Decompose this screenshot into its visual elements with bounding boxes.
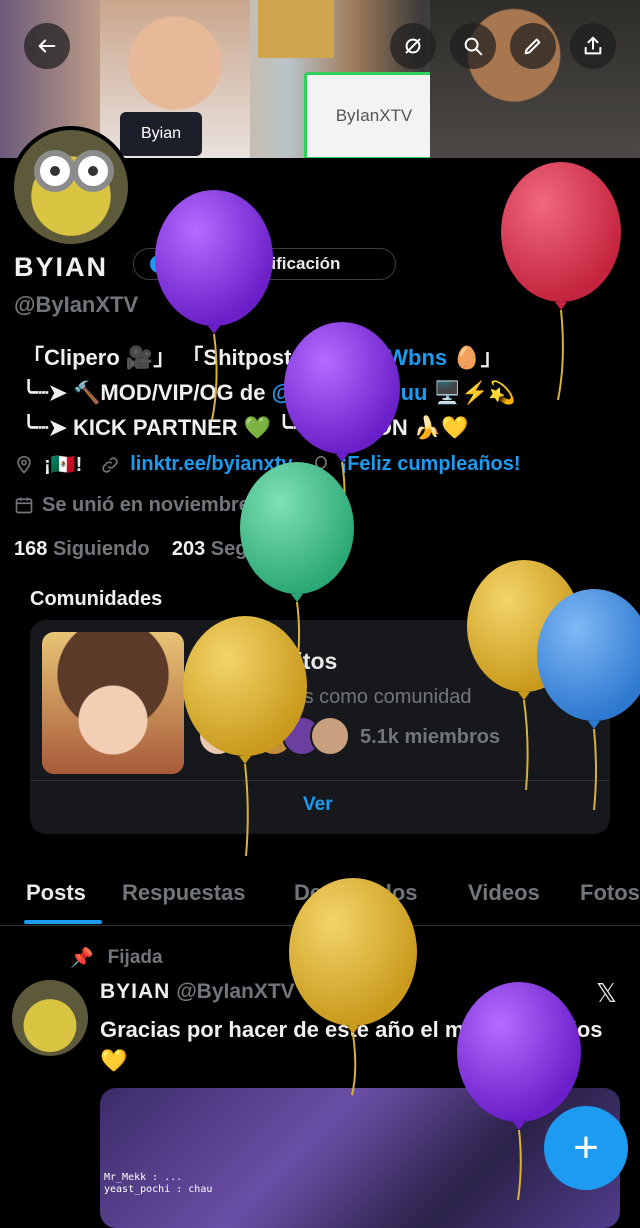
get-verified-button[interactable]: ✓ Obtener verificación <box>133 248 396 280</box>
post-author-name[interactable]: BYIAN <box>100 980 170 1003</box>
birthday-link[interactable]: ¡Feliz cumpleaños! <box>341 453 521 476</box>
minion-avatar-image <box>14 130 128 244</box>
search-icon <box>464 37 483 56</box>
edit-pencil-icon <box>524 38 541 55</box>
followers-label: Seguidores <box>210 538 320 560</box>
post-header: BYIAN @ByIanXTV · 30/12/25 <box>100 980 395 1004</box>
following-label: Siguiendo <box>52 538 150 560</box>
follow-stats: 168 Siguiendo 203 Seguidores <box>14 538 320 561</box>
active-tab-indicator <box>24 920 102 924</box>
joined-date[interactable]: Se unió en noviembre de 2023 › <box>14 492 344 518</box>
chevron-right-icon: › <box>336 492 345 517</box>
search-button[interactable] <box>450 23 496 69</box>
get-verified-label: Obtener verificación <box>176 254 341 273</box>
bio-line-2: ╰┈➤ 🔨MOD/VIP/OG de @Soaringchuu 🖥️⚡💫 <box>22 380 516 405</box>
post-media-image[interactable] <box>100 1088 620 1228</box>
back-button[interactable] <box>24 23 70 69</box>
tab-videos[interactable]: Videos <box>468 880 540 906</box>
bio-hashtag-link[interactable]: #Wbns <box>375 345 447 370</box>
profile-tabs: Posts Respuestas Destacados Videos Fotos <box>0 870 640 924</box>
community-image <box>42 632 184 774</box>
no-sync-button[interactable] <box>390 23 436 69</box>
pinned-indicator: 📌 Fijada <box>70 946 163 970</box>
post-author-avatar[interactable] <box>12 980 88 1056</box>
community-see-button[interactable]: Ver <box>303 794 333 816</box>
verified-check-icon: ✓ <box>150 255 168 273</box>
following-count: 168 <box>14 538 48 560</box>
bio-line-1: 「Clipero 🎥」 「Shitpost 🎭」 「#Wbns 🥚」 <box>22 345 503 370</box>
balloon-icon <box>314 455 327 473</box>
pin-icon: 📌 <box>70 948 94 969</box>
share-button[interactable] <box>570 23 616 69</box>
tabs-divider <box>0 925 640 926</box>
back-arrow-icon <box>38 39 56 53</box>
location-text: ¡🇲🇽! <box>44 454 83 476</box>
community-member-avatars <box>198 716 350 756</box>
joined-text: Se unió en noviembre de 2023 <box>42 493 329 516</box>
communities-title: Comunidades <box>30 588 163 610</box>
followers-count: 203 <box>171 538 206 560</box>
community-name[interactable]: Soaringcitos <box>198 648 337 675</box>
display-name: BYIAN <box>14 252 109 282</box>
plus-icon: + <box>573 1123 599 1172</box>
bio-mention-link[interactable]: @Soaringchuu <box>272 380 428 405</box>
community-description: Convivir mas como comunidad <box>198 686 472 708</box>
post-media-overlay-text: Mr_Mekk : ... yeast_pochi : chau <box>104 1172 213 1195</box>
member-avatar <box>310 716 350 756</box>
bio-line-3: ╰┈➤ KICK PARTNER 💚 ╰┈➤ MINION 🍌💛 <box>22 415 469 440</box>
post-handle-date: @ByIanXTV · 30/12/25 <box>176 980 396 1003</box>
tab-photos[interactable]: Fotos <box>580 880 640 906</box>
profile-avatar[interactable] <box>10 126 132 248</box>
x-logo-icon: 𝕏 <box>596 978 617 1008</box>
website-link[interactable]: linktr.ee/byianxtv <box>130 453 292 476</box>
post-text: Gracias por hacer de este año el mejor d… <box>100 1017 603 1073</box>
following-link[interactable]: 168 Siguiendo <box>14 538 150 560</box>
calendar-icon <box>15 497 33 514</box>
banner-name-card: Byian <box>120 112 202 156</box>
no-sync-icon <box>405 38 421 54</box>
banner-minion-figure <box>258 0 334 58</box>
profile-bio: 「Clipero 🎥」 「Shitpost 🎭」 「#Wbns 🥚」 ╰┈➤ 🔨… <box>22 340 632 445</box>
profile-handle: @ByIanXTV <box>14 292 139 317</box>
goggle-left <box>34 150 76 192</box>
community-member-count: 5.1k miembros <box>360 726 501 748</box>
tab-replies[interactable]: Respuestas <box>122 880 246 906</box>
edit-button[interactable] <box>510 23 556 69</box>
profile-meta-row: ¡🇲🇽! linktr.ee/byianxtv ¡Feliz cumpleaño… <box>14 452 521 477</box>
tab-posts[interactable]: Posts <box>26 880 86 906</box>
link-icon <box>102 456 118 473</box>
location-pin-icon <box>17 455 31 474</box>
goggle-right <box>72 150 114 192</box>
pinned-label: Fijada <box>107 947 163 968</box>
compose-post-button[interactable]: + <box>544 1106 628 1190</box>
tab-highlights[interactable]: Destacados <box>294 880 418 906</box>
community-divider <box>30 780 610 781</box>
banner-whiteboard: ByIanXTV <box>304 72 444 158</box>
followers-link[interactable]: 203 Seguidores <box>172 538 320 560</box>
share-icon <box>584 36 602 55</box>
